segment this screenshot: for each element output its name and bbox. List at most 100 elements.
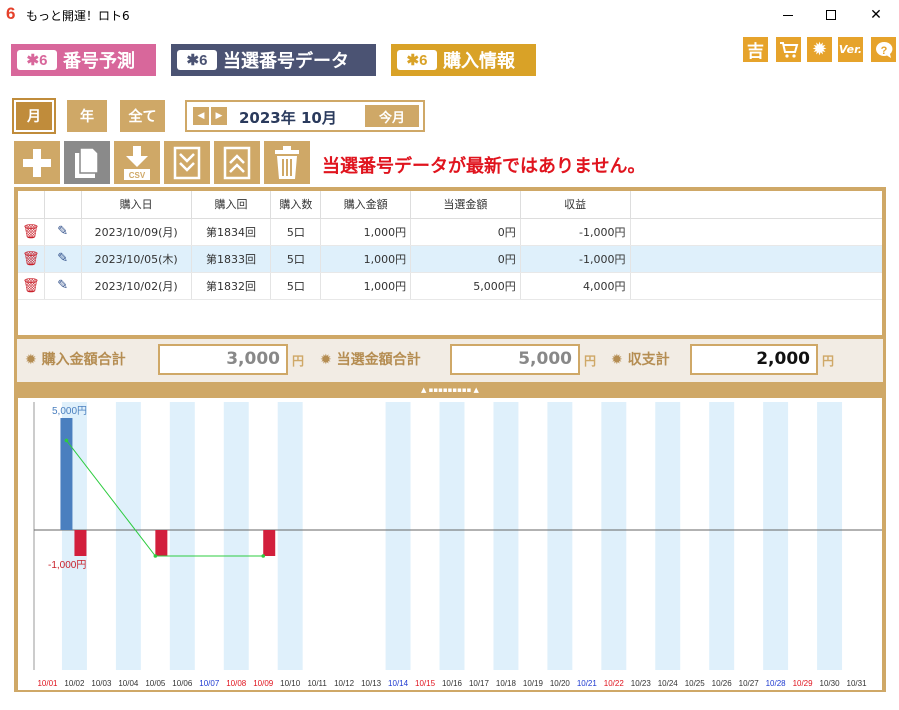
prev-month-icon[interactable]: ◀ xyxy=(193,107,209,125)
row-delete-button[interactable]: 🗑 xyxy=(18,272,45,300)
cell-round: 第1832回 xyxy=(191,272,272,300)
maximize-button[interactable] xyxy=(808,0,854,30)
chart-shaded-column xyxy=(115,402,141,670)
cell-cost: 1,000円 xyxy=(320,272,412,300)
gear-icon[interactable]: ✹ xyxy=(807,37,832,62)
chart-bar-winning xyxy=(60,418,73,530)
move-up-button[interactable] xyxy=(214,141,260,184)
pencil-icon: ✎ xyxy=(57,224,69,239)
cell-count: 5口 xyxy=(270,245,322,273)
header-edit xyxy=(44,191,82,219)
row-edit-button[interactable]: ✎ xyxy=(44,245,82,273)
double-chevron-up-icon xyxy=(223,146,251,179)
totals-bar: ✹ 購入金額合計 3,000 円 ✹ 当選金額合計 5,000 円 ✹ 収支計 … xyxy=(14,339,886,385)
header-filler xyxy=(630,191,882,219)
header-prize[interactable]: 当選金額 xyxy=(410,191,521,219)
tab-label: 番号予測 xyxy=(63,51,135,72)
row-delete-button[interactable]: 🗑 xyxy=(18,245,45,273)
period-all-button[interactable]: 全て xyxy=(120,100,165,132)
cell-cost: 1,000円 xyxy=(320,218,412,246)
chart-shaded-column xyxy=(601,402,627,670)
version-icon[interactable]: Ver. xyxy=(838,37,863,62)
row-delete-button[interactable]: 🗑 xyxy=(18,218,45,246)
cart-icon[interactable] xyxy=(776,37,801,62)
chart-x-tick-label: 10/04 xyxy=(118,679,139,688)
chart-x-tick-label: 10/21 xyxy=(577,679,598,688)
cell-prize: 0円 xyxy=(410,218,521,246)
period-month-button[interactable]: 月 xyxy=(12,98,56,134)
header-profit[interactable]: 収益 xyxy=(520,191,631,219)
cell-date: 2023/10/05(木) xyxy=(81,245,192,273)
table-row[interactable]: 🗑 ✎ 2023/10/05(木) 第1833回 5口 1,000円 0円 -1… xyxy=(18,245,882,273)
chart-x-tick-label: 10/28 xyxy=(766,679,787,688)
chart-x-tick-label: 10/19 xyxy=(523,679,544,688)
chart-x-tick-label: 10/26 xyxy=(712,679,733,688)
chart-shaded-column xyxy=(547,402,573,670)
chart-x-tick-label: 10/02 xyxy=(64,679,85,688)
table-row[interactable]: 🗑 ✎ 2023/10/09(月) 第1834回 5口 1,000円 0円 -1… xyxy=(18,218,882,246)
header-round[interactable]: 購入回 xyxy=(191,191,272,219)
chart-x-tick-label: 10/08 xyxy=(226,679,247,688)
trash-icon: 🗑 xyxy=(22,250,40,267)
copy-button[interactable] xyxy=(64,141,110,184)
fortune-icon[interactable]: 吉 xyxy=(743,37,768,62)
chart-shaded-column xyxy=(817,402,843,670)
chart-profit-point xyxy=(64,438,69,443)
cell-prize: 5,000円 xyxy=(410,272,521,300)
header-count[interactable]: 購入数 xyxy=(270,191,322,219)
row-edit-button[interactable]: ✎ xyxy=(44,218,82,246)
chart-shaded-column xyxy=(277,402,303,670)
pencil-icon: ✎ xyxy=(57,251,69,266)
header-purchase-date[interactable]: 購入日 xyxy=(81,191,192,219)
minimize-button[interactable] xyxy=(765,0,811,30)
chart-x-tick-label: 10/06 xyxy=(172,679,193,688)
close-button[interactable]: ✕ xyxy=(853,0,899,30)
cell-filler xyxy=(630,272,882,300)
cell-cost: 1,000円 xyxy=(320,245,412,273)
move-down-button[interactable] xyxy=(164,141,210,184)
yen-unit: 円 xyxy=(822,354,835,368)
chart-profit-point xyxy=(261,554,266,558)
maximize-icon xyxy=(826,10,836,20)
svg-text:CSV: CSV xyxy=(129,171,146,180)
add-button[interactable] xyxy=(14,141,60,184)
next-month-icon[interactable]: ▶ xyxy=(211,107,227,125)
chart-x-tick-label: 10/23 xyxy=(631,679,652,688)
chart-bar-cost xyxy=(74,530,87,556)
cell-round: 第1833回 xyxy=(191,245,272,273)
chart-x-tick-label: 10/22 xyxy=(604,679,625,688)
chart-x-tick-label: 10/30 xyxy=(820,679,841,688)
period-year-button[interactable]: 年 xyxy=(67,100,107,132)
chart-x-tick-label: 10/25 xyxy=(685,679,706,688)
cell-count: 5口 xyxy=(270,218,322,246)
this-month-button[interactable]: 今月 xyxy=(365,105,419,127)
table-header-row: 購入日 購入回 購入数 購入金額 当選金額 収益 xyxy=(18,191,882,219)
chart-shaded-column xyxy=(493,402,519,670)
tab-purchase-info[interactable]: ✱ 6 購入情報 xyxy=(391,44,536,76)
data-outdated-warning: 当選番号データが最新ではありません。 xyxy=(322,156,646,177)
tab-number-prediction[interactable]: ✱ 6 番号予測 xyxy=(11,44,156,76)
table-row[interactable]: 🗑 ✎ 2023/10/02(月) 第1832回 5口 1,000円 5,000… xyxy=(18,272,882,300)
cell-count: 5口 xyxy=(270,272,322,300)
chart-x-tick-label: 10/27 xyxy=(739,679,760,688)
help-icon[interactable]: ? xyxy=(871,37,896,62)
panel-splitter[interactable]: ▲ ▪▪▪▪▪▪▪▪▪ ▲ xyxy=(14,385,886,396)
delete-button[interactable] xyxy=(264,141,310,184)
balance-total-label: ✹ 収支計 xyxy=(611,352,670,368)
chart-x-tick-label: 10/24 xyxy=(658,679,679,688)
chart-shaded-column xyxy=(439,402,465,670)
pencil-icon: ✎ xyxy=(57,278,69,293)
chart-shaded-column xyxy=(655,402,681,670)
header-cost[interactable]: 購入金額 xyxy=(320,191,412,219)
profit-chart: 5,000円 -1,000円 10/01 10/02 10/03 10/04 10/05 10… xyxy=(18,398,882,690)
chart-x-tick-label: 10/20 xyxy=(550,679,571,688)
csv-export-button[interactable]: CSV xyxy=(114,141,160,184)
row-edit-button[interactable]: ✎ xyxy=(44,272,82,300)
chart-x-tick-label: 10/17 xyxy=(469,679,490,688)
chart-panel: 5,000円 -1,000円 10/01 10/02 10/03 10/04 10/05 10… xyxy=(14,396,886,692)
purchase-table-panel: 購入日 購入回 購入数 購入金額 当選金額 収益 🗑 ✎ 2023/10/09(… xyxy=(14,187,886,339)
tab-winning-data[interactable]: ✱ 6 当選番号データ xyxy=(171,44,376,76)
tab-label: 当選番号データ xyxy=(223,51,349,72)
yen-unit: 円 xyxy=(584,354,597,368)
chart-x-tick-label: 10/01 xyxy=(37,679,58,688)
